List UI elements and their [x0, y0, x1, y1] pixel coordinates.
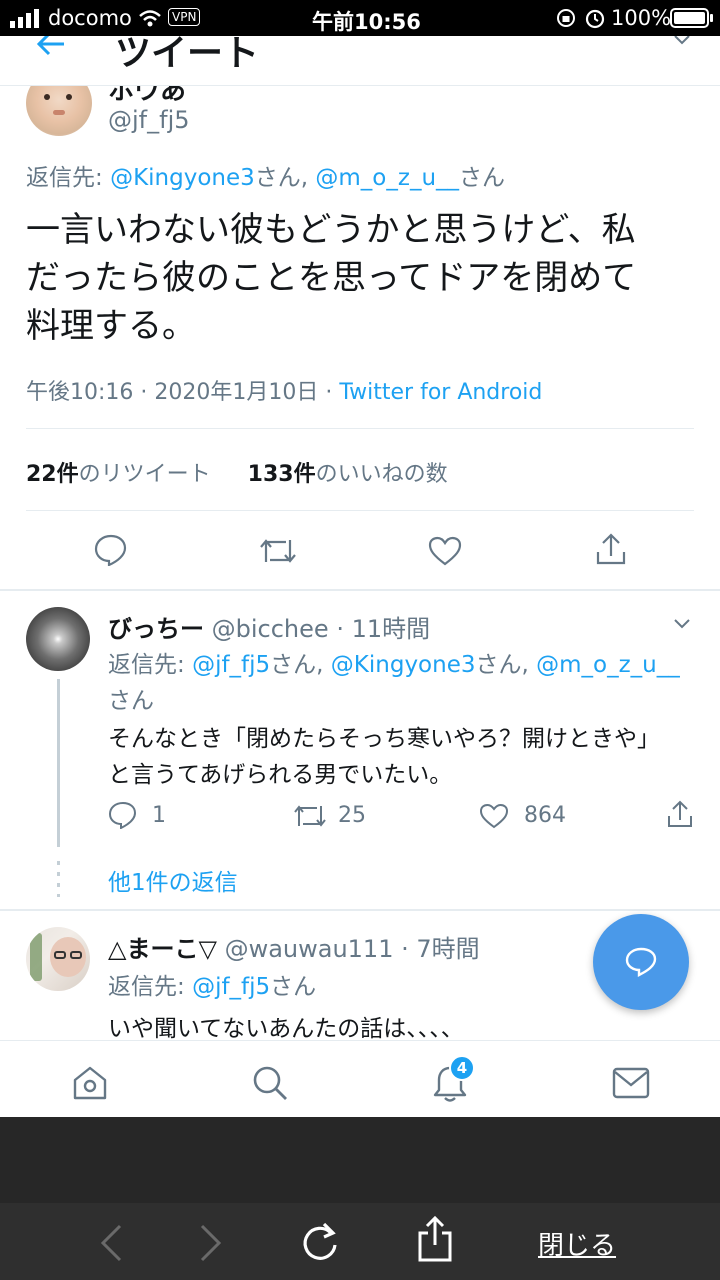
display-name[interactable]: びっちー [108, 615, 204, 643]
mention-link[interactable]: @m_o_z_u__ [536, 652, 680, 678]
thread-line [57, 679, 60, 847]
mention-link[interactable]: @m_o_z_u__ [315, 165, 459, 191]
thread-dots [57, 861, 60, 897]
reply-to-line: 返信先: @jf_fj5さん, @Kingyone3さん, @m_o_z_u__… [108, 652, 680, 714]
wifi-icon [139, 10, 161, 27]
retweet-icon[interactable] [258, 536, 298, 566]
browser-toolbar: 閉じる [0, 1203, 720, 1280]
likes-stat[interactable]: 133件のいいねの数 [248, 462, 448, 487]
share-icon[interactable] [666, 799, 694, 829]
handle[interactable]: @bicchee [212, 615, 329, 643]
avatar[interactable] [26, 607, 90, 671]
display-name[interactable]: △まーこ▽ [108, 935, 217, 963]
like-icon[interactable] [479, 803, 509, 829]
retweet-count: 25 [338, 803, 366, 828]
battery-percent: 100% [611, 6, 672, 30]
share-icon[interactable] [417, 1215, 453, 1263]
back-arrow-icon[interactable] [36, 36, 66, 56]
reply-header: △まーこ▽ @wauwau111 · 7時間 [108, 929, 480, 964]
mention-link[interactable]: @jf_fj5 [192, 974, 270, 1000]
timestamp-line: 午後10:16 · 2020年1月10日 · Twitter for Andro… [26, 374, 542, 406]
retweet-icon[interactable] [292, 803, 328, 829]
home-icon[interactable] [72, 1065, 108, 1101]
like-icon[interactable] [428, 536, 462, 566]
close-button[interactable]: 閉じる [538, 1225, 616, 1262]
reply-header: びっちー @bicchee · 11時間 [108, 609, 430, 644]
page-title: ツイート [115, 36, 260, 74]
bottom-tab-bar: 4 [0, 1040, 720, 1117]
reply-count: 1 [152, 803, 166, 828]
chevron-down-icon[interactable] [672, 617, 692, 631]
battery-icon [670, 8, 713, 28]
avatar[interactable] [26, 86, 92, 136]
reply-icon[interactable] [108, 801, 138, 829]
top-header: ツイート [0, 36, 720, 86]
orientation-lock-icon [557, 9, 575, 27]
retweets-stat[interactable]: 22件のリツイート [26, 462, 211, 487]
reply-tweet[interactable]: びっちー @bicchee · 11時間 返信先: @jf_fj5さん, @Ki… [0, 591, 720, 909]
mention-link[interactable]: @jf_fj5 [192, 652, 270, 678]
browser-back-icon[interactable] [98, 1223, 124, 1263]
compose-reply-button[interactable] [593, 914, 689, 1010]
messages-mail-icon[interactable] [612, 1067, 650, 1099]
stats-line: 22件のリツイート 133件のいいねの数 [26, 456, 448, 488]
browser-spacer [0, 1117, 720, 1203]
notification-badge: 4 [449, 1055, 475, 1081]
mention-link[interactable]: @Kingyone3 [331, 652, 476, 678]
tweet-text: 一言いわない彼もどうかと思うけど、私 だったら彼のことを思ってドアを閉めて 料理… [26, 210, 637, 346]
timestamp: 午後10:16 · 2020年1月10日 · [26, 380, 340, 405]
source-link[interactable]: Twitter for Android [339, 380, 542, 405]
clock: 午前10:56 [312, 10, 421, 34]
handle[interactable]: @wauwau111 [225, 935, 394, 963]
more-replies-link[interactable]: 他1件の返信 [108, 863, 238, 897]
share-icon[interactable] [595, 532, 627, 566]
carrier-label: docomo [48, 6, 132, 30]
status-bar: docomo VPN 午前10:56 100% [0, 0, 720, 36]
avatar[interactable] [26, 927, 90, 991]
mention-link[interactable]: @Kingyone3 [110, 165, 255, 191]
vpn-badge: VPN [168, 8, 201, 26]
reply-icon[interactable] [94, 534, 128, 566]
reply-text: いや聞いてないあんたの話は、、、、 [108, 1016, 464, 1040]
time-ago: · 7時間 [401, 935, 480, 963]
browser-forward-icon[interactable] [198, 1223, 224, 1263]
reply-text: そんなとき「閉めたらそっち寒いやろ？開けときや」 と言うてあげられる男でいたい。 [108, 726, 660, 788]
display-name[interactable]: ホウあ [108, 86, 186, 107]
chevron-down-icon[interactable] [672, 36, 692, 48]
time-ago: · 11時間 [336, 615, 431, 643]
reload-icon[interactable] [300, 1221, 340, 1263]
signal-icon [10, 9, 39, 28]
like-count: 864 [524, 803, 566, 828]
alarm-icon [585, 9, 605, 29]
main-tweet: ホウあ @jf_fj5 返信先: @Kingyone3さん, @m_o_z_u_… [0, 86, 720, 589]
reply-to-line: 返信先: @Kingyone3さん, @m_o_z_u__さん [26, 165, 506, 191]
reply-to-line: 返信先: @jf_fj5さん [108, 974, 317, 1000]
search-icon[interactable] [252, 1065, 288, 1101]
handle[interactable]: @jf_fj5 [108, 106, 190, 134]
chat-bubble-icon [625, 947, 657, 977]
